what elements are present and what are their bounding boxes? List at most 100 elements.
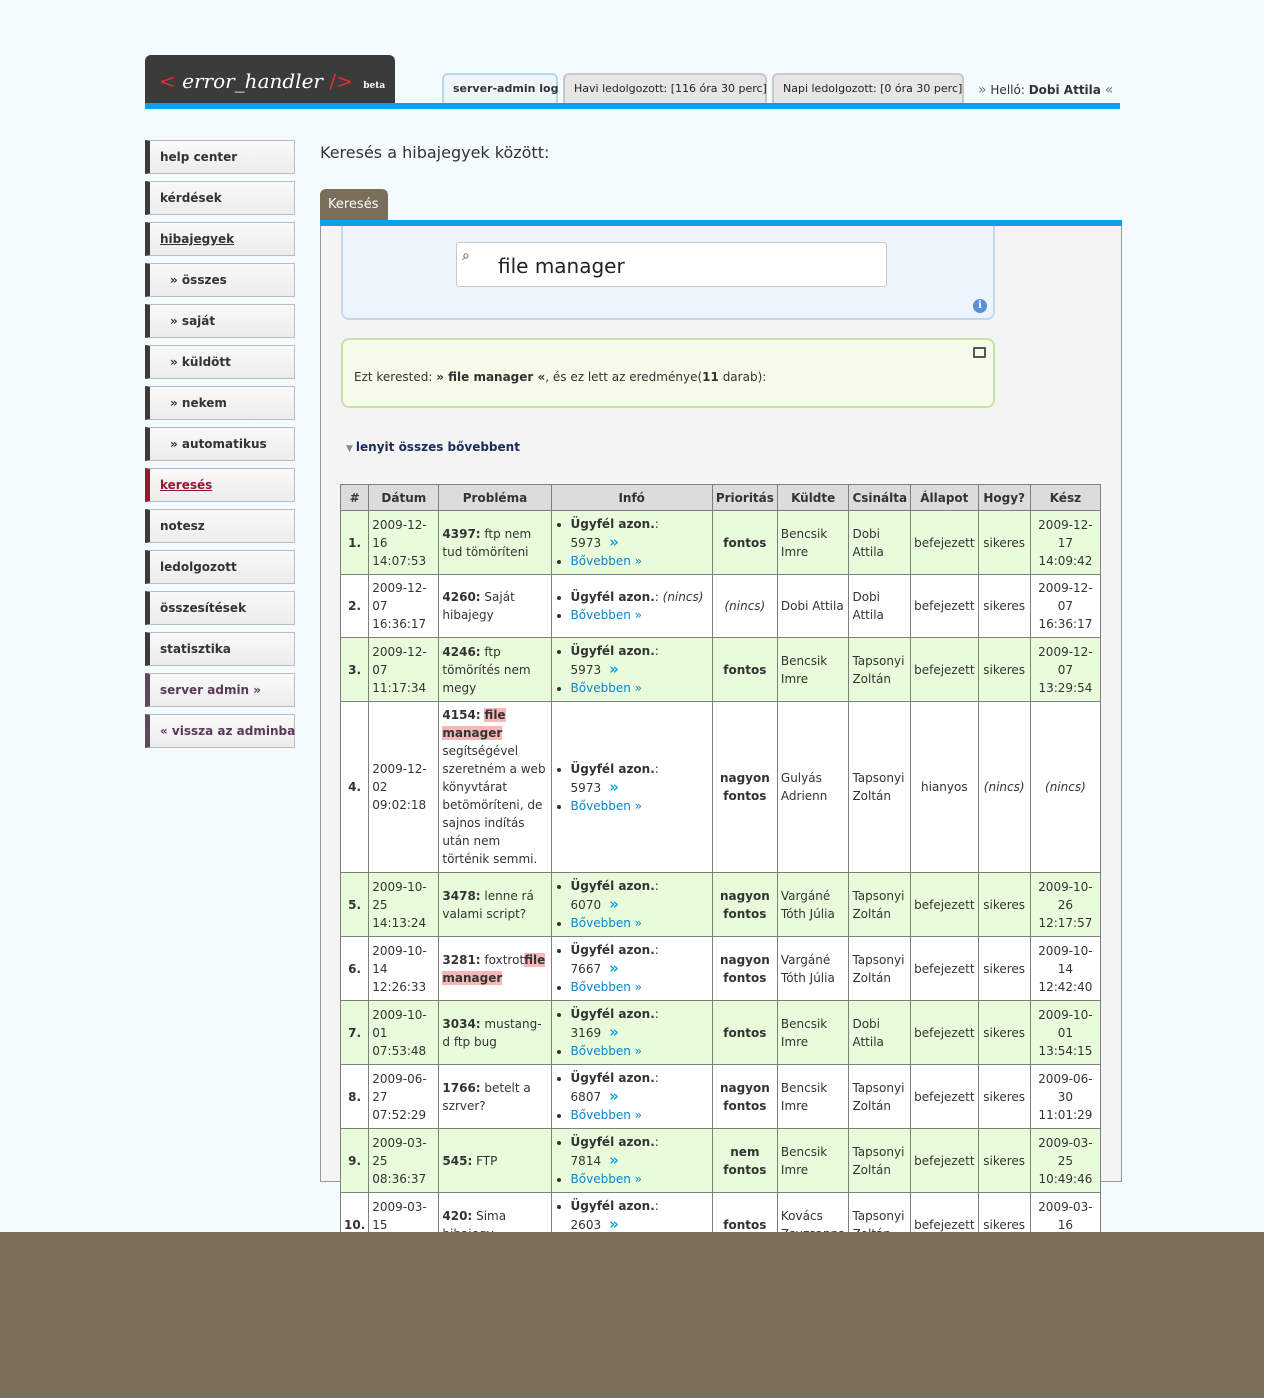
double-arrow-icon[interactable]: » — [609, 959, 619, 977]
row-problem[interactable]: 3034: mustang-d ftp bug — [438, 1000, 552, 1065]
double-arrow-icon[interactable]: » — [609, 895, 619, 913]
row-problem[interactable]: 4397: ftp nem tud tömöríteni — [438, 510, 552, 575]
search-input[interactable]: file manager — [456, 242, 887, 287]
col-header[interactable]: Probléma — [438, 484, 552, 511]
table-row[interactable]: 4. 2009-12-02 09:02:18 4154: file manager … — [339, 701, 1102, 873]
tab-server-admin-log[interactable]: server-admin log — [442, 73, 558, 103]
double-arrow-icon[interactable]: » — [609, 660, 619, 678]
row-problem[interactable]: 1766: betelt a szrver? — [438, 1064, 552, 1129]
client-id-item: Ügyfél azon.: 3169» — [571, 1005, 709, 1042]
row-date: 2009-03-25 08:36:37 — [368, 1128, 440, 1193]
row-sender: Bencsik Imre — [776, 1128, 850, 1193]
table-row[interactable]: 9.2009-03-25 08:36:37545: FTPÜgyfél azon… — [339, 1128, 1102, 1193]
tab-daily-worked[interactable]: Napi ledolgozott: [0 óra 30 perc] — [772, 73, 964, 103]
row-assignee: Tapsonyi Zoltán — [848, 701, 912, 873]
more-link[interactable]: Bővebben » — [571, 1108, 642, 1122]
table-row[interactable]: 7. 2009-10-01 07:53:48 3034: mustang-d ftp… — [339, 1000, 1102, 1065]
info-icon[interactable]: i — [973, 299, 987, 313]
sidebar-item-tickets[interactable]: hibajegyek — [145, 222, 295, 256]
ticket-id[interactable]: 3281: — [442, 953, 480, 967]
ticket-id[interactable]: 420: — [442, 1209, 472, 1223]
double-arrow-icon[interactable]: » — [609, 1087, 619, 1105]
double-arrow-icon[interactable]: » — [609, 1023, 619, 1041]
row-number: 6. — [339, 936, 370, 1001]
sidebar-item-questions[interactable]: kérdések — [145, 181, 295, 215]
row-sender: Bencsik Imre — [776, 1000, 850, 1065]
row-done: 2009-10-26 12:17:57 — [1029, 872, 1102, 937]
greeting-user[interactable]: Dobi Attila — [1029, 83, 1101, 97]
more-link[interactable]: Bővebben » — [571, 554, 642, 568]
col-header[interactable]: Csinálta — [848, 484, 912, 511]
more-link[interactable]: Bővebben » — [571, 980, 642, 994]
ticket-id[interactable]: 3478: — [442, 889, 480, 903]
ticket-id[interactable]: 1766: — [442, 1081, 480, 1095]
sidebar-item-summaries[interactable]: összesítések — [145, 591, 295, 625]
print-icon[interactable] — [973, 347, 986, 358]
row-number: 4. — [339, 701, 370, 873]
table-row[interactable]: 5. 2009-10-25 14:13:24 3478: lenne rá vala… — [339, 872, 1102, 937]
info-list: Ügyfél azon.: (nincs) Bővebben » — [555, 588, 709, 624]
double-arrow-icon[interactable]: » — [609, 778, 619, 796]
table-row[interactable]: 3. 2009-12-07 11:17:34 4246: ftp tömörítés… — [339, 637, 1102, 702]
ticket-id[interactable]: 4246: — [442, 645, 480, 659]
row-date: 2009-12-16 14:07:53 — [368, 510, 440, 575]
more-link[interactable]: Bővebben » — [571, 681, 642, 695]
table-row[interactable]: 2. 2009-12-07 16:36:17 4260: Saját hibajeg… — [339, 574, 1102, 638]
client-id-label: Ügyfél azon. — [570, 1007, 655, 1021]
sidebar-item-worked[interactable]: ledolgozott — [145, 550, 295, 584]
col-header[interactable]: Kész — [1029, 484, 1102, 511]
table-row[interactable]: 6. 2009-10-14 12:26:33 3281: foxtrotfile m… — [339, 936, 1102, 1001]
more-link[interactable]: Bővebben » — [571, 608, 642, 622]
client-id-item: Ügyfél azon.: 5973» — [571, 760, 709, 797]
expand-all-link[interactable]: ▼ lenyit összes bővebbent — [346, 440, 520, 454]
sidebar-item-all[interactable]: » összes — [145, 263, 295, 297]
page-title: Keresés a hibajegyek között: — [320, 143, 550, 162]
more-item: Bővebben » — [571, 1042, 709, 1060]
table-row[interactable]: 1. 2009-12-16 14:07:53 4397: ftp nem tud t… — [339, 510, 1102, 575]
sidebar-item-sent[interactable]: » küldött — [145, 345, 295, 379]
col-header[interactable]: Állapot — [910, 484, 979, 511]
double-arrow-icon[interactable]: » — [609, 1151, 619, 1169]
row-result: sikeres — [977, 637, 1031, 702]
sidebar-item-mine[interactable]: » nekem — [145, 386, 295, 420]
sidebar-item-own[interactable]: » saját — [145, 304, 295, 338]
sidebar-item-notepad[interactable]: notesz — [145, 509, 295, 543]
col-header[interactable]: Küldte — [776, 484, 850, 511]
double-arrow-icon[interactable]: » — [609, 1215, 619, 1233]
tab-search[interactable]: Keresés — [320, 189, 388, 221]
more-link[interactable]: Bővebben » — [571, 799, 642, 813]
row-problem[interactable]: 4260: Saját hibajegy — [438, 574, 552, 638]
tab-monthly-worked[interactable]: Havi ledolgozott: [116 óra 30 perc] — [563, 73, 767, 103]
sidebar-item-automatic[interactable]: » automatikus — [145, 427, 295, 461]
app-logo[interactable]: < error_handler /> beta — [145, 55, 395, 103]
sidebar-item-help-center[interactable]: help center — [145, 140, 295, 174]
row-date: 2009-10-01 07:53:48 — [368, 1000, 440, 1065]
header-underline — [145, 103, 1120, 109]
sidebar-item-statistics[interactable]: statisztika — [145, 632, 295, 666]
sidebar-item-server-admin[interactable]: server admin » — [145, 673, 295, 707]
more-link[interactable]: Bővebben » — [571, 916, 642, 930]
ticket-id[interactable]: 3034: — [442, 1017, 480, 1031]
col-header[interactable]: Dátum — [368, 484, 440, 511]
col-header[interactable]: Prioritás — [711, 484, 778, 511]
row-problem[interactable]: 4246: ftp tömörítés nem megy — [438, 637, 552, 702]
more-link[interactable]: Bővebben » — [571, 1044, 642, 1058]
sidebar-item-search[interactable]: keresés — [145, 468, 295, 502]
row-done: 2009-06-30 11:01:29 — [1029, 1064, 1102, 1129]
greeting-open-quote: » — [978, 82, 987, 98]
row-problem[interactable]: 545: FTP — [438, 1128, 552, 1193]
row-problem[interactable]: 3478: lenne rá valami script? — [438, 872, 552, 937]
ticket-id[interactable]: 4260: — [442, 590, 480, 604]
table-body: 1. 2009-12-16 14:07:53 4397: ftp nem tud t… — [339, 510, 1102, 1321]
double-arrow-icon[interactable]: » — [609, 533, 619, 551]
ticket-id[interactable]: 4154: — [442, 708, 480, 722]
ticket-id[interactable]: 4397: — [442, 527, 480, 541]
row-priority: nagyon fontos — [711, 936, 778, 1001]
table-row[interactable]: 8. 2009-06-27 07:52:29 1766: betelt a szrv… — [339, 1064, 1102, 1129]
col-header[interactable]: Hogy? — [977, 484, 1031, 511]
sidebar-item-back-to-admin[interactable]: « vissza az adminba — [145, 714, 295, 748]
row-problem[interactable]: 4154: file manager segítségével szeretné… — [438, 701, 552, 873]
more-link[interactable]: Bővebben » — [571, 1172, 642, 1186]
row-problem[interactable]: 3281: foxtrotfile manager — [438, 936, 552, 1001]
ticket-id[interactable]: 545: — [442, 1154, 472, 1168]
